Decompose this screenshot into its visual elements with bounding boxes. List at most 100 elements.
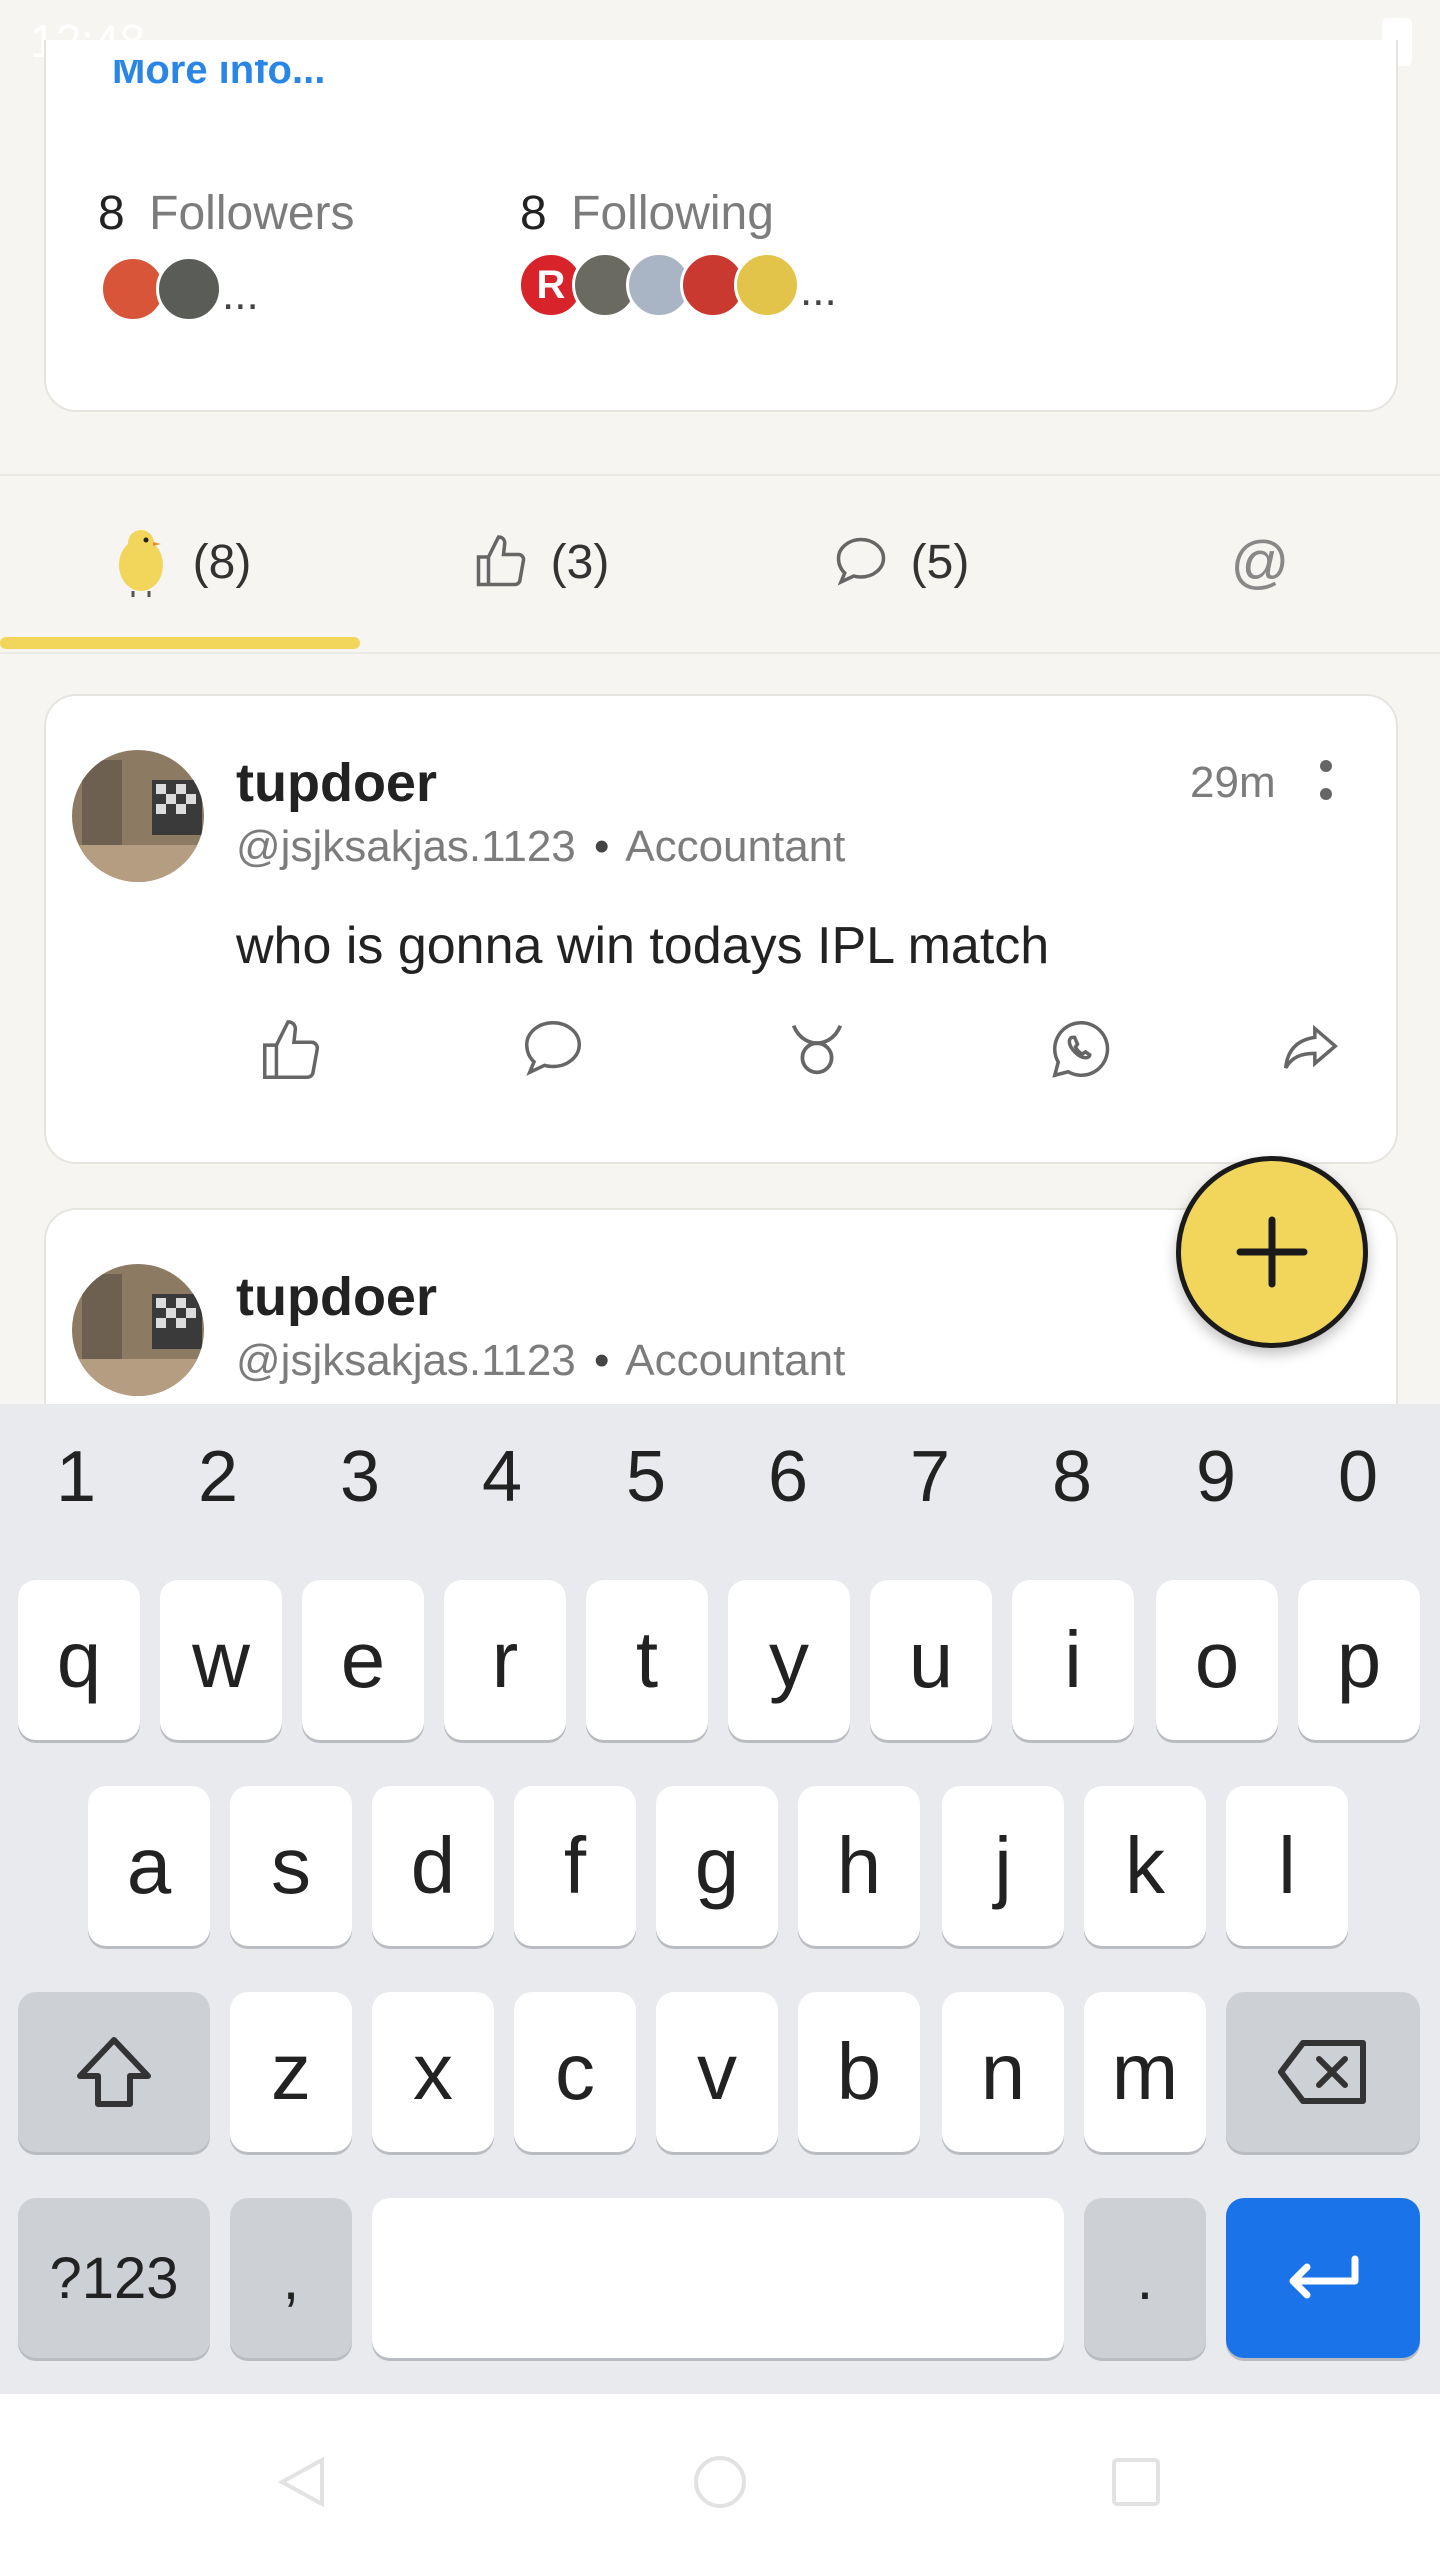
key-e[interactable]: e — [302, 1580, 424, 1740]
key-c[interactable]: c — [514, 1992, 636, 2152]
tab-mentions[interactable]: @ — [1080, 474, 1440, 650]
key-4[interactable]: 4 — [452, 1436, 552, 1518]
followers-count: 8 — [98, 187, 125, 240]
key-f[interactable]: f — [514, 1786, 636, 1946]
key-t[interactable]: t — [586, 1580, 708, 1740]
enter-arrow-icon — [1289, 2255, 1359, 2299]
space-key[interactable] — [372, 2198, 1064, 2358]
key-i[interactable]: i — [1012, 1580, 1134, 1740]
share-arrow-icon — [1283, 1024, 1338, 1069]
key-3[interactable]: 3 — [310, 1436, 410, 1518]
active-tab-indicator — [0, 637, 360, 649]
back-triangle-icon — [277, 2456, 324, 2508]
post-author-name[interactable]: tupdoer — [236, 752, 437, 814]
key-o[interactable]: o — [1156, 1580, 1278, 1740]
post-author-role: Accountant — [625, 1336, 846, 1385]
key-q[interactable]: q — [18, 1580, 140, 1740]
whatsapp-icon — [1052, 1020, 1110, 1078]
key-z[interactable]: z — [230, 1992, 352, 2152]
key-u[interactable]: u — [870, 1580, 992, 1740]
at-icon: @ — [1230, 529, 1290, 595]
more-info-link[interactable]: More info... — [112, 60, 325, 100]
key-8[interactable]: 8 — [1022, 1436, 1122, 1518]
key-d[interactable]: d — [372, 1786, 494, 1946]
repost-button[interactable] — [782, 1014, 852, 1084]
chick-icon — [118, 530, 163, 597]
key-g[interactable]: g — [656, 1786, 778, 1946]
like-button[interactable] — [256, 1016, 326, 1086]
follower-avatar — [156, 256, 222, 322]
key-9[interactable]: 9 — [1166, 1436, 1266, 1518]
post-author-handle: @jsjksakjas.1123 — [236, 1336, 576, 1385]
tab-comments[interactable]: (5) — [720, 474, 1080, 650]
share-button[interactable] — [1274, 1014, 1344, 1084]
key-m[interactable]: m — [1084, 1992, 1206, 2152]
followers-label: Followers — [149, 187, 355, 240]
symbols-key[interactable]: ?123 — [18, 2198, 210, 2358]
key-6[interactable]: 6 — [738, 1436, 838, 1518]
key-l[interactable]: l — [1226, 1786, 1348, 1946]
comment-button[interactable] — [518, 1014, 588, 1084]
key-1[interactable]: 1 — [26, 1436, 126, 1518]
recents-nav-button[interactable] — [1106, 2452, 1166, 2517]
whatsapp-share-button[interactable] — [1046, 1014, 1116, 1084]
key-y[interactable]: y — [728, 1580, 850, 1740]
tab-posts-count: (8) — [192, 535, 252, 589]
following-stat[interactable]: 8 Following — [520, 186, 774, 241]
post-author-meta: @jsjksakjas.1123 • Accountant — [236, 1336, 845, 1386]
backspace-icon — [1278, 2040, 1366, 2104]
recents-square-icon — [1112, 2458, 1160, 2506]
comma-key[interactable]: , — [230, 2198, 352, 2358]
enter-key[interactable] — [1226, 2198, 1420, 2358]
key-w[interactable]: w — [160, 1580, 282, 1740]
home-nav-button[interactable] — [690, 2452, 750, 2517]
following-more: ... — [800, 266, 837, 315]
followers-more: ... — [222, 270, 259, 319]
followers-stat[interactable]: 8 Followers — [98, 186, 355, 241]
key-x[interactable]: x — [372, 1992, 494, 2152]
post-author-role: Accountant — [625, 822, 846, 871]
plus-icon — [1236, 1216, 1308, 1288]
key-p[interactable]: p — [1298, 1580, 1420, 1740]
post-author-meta: @jsjksakjas.1123 • Accountant — [236, 822, 845, 872]
comment-icon — [524, 1020, 582, 1076]
key-v[interactable]: v — [656, 1992, 778, 2152]
home-circle-icon — [694, 2456, 746, 2508]
key-5[interactable]: 5 — [596, 1436, 696, 1518]
create-post-button[interactable] — [1176, 1156, 1368, 1348]
tab-posts[interactable]: (8) — [0, 474, 360, 650]
key-0[interactable]: 0 — [1308, 1436, 1408, 1518]
post-author-avatar[interactable] — [72, 1264, 204, 1396]
meta-separator: • — [594, 1336, 610, 1385]
thumbs-up-icon — [476, 535, 525, 587]
period-key[interactable]: . — [1084, 2198, 1206, 2358]
back-nav-button[interactable] — [272, 2452, 332, 2517]
meta-separator: • — [594, 822, 610, 871]
shift-arrow-icon — [77, 2037, 151, 2107]
tab-comments-count: (5) — [910, 535, 970, 589]
key-b[interactable]: b — [798, 1992, 920, 2152]
key-h[interactable]: h — [798, 1786, 920, 1946]
key-n[interactable]: n — [942, 1992, 1064, 2152]
key-2[interactable]: 2 — [168, 1436, 268, 1518]
key-7[interactable]: 7 — [880, 1436, 980, 1518]
more-options-icon[interactable] — [1316, 756, 1336, 816]
thumbs-up-icon — [263, 1020, 320, 1079]
post-author-avatar[interactable] — [72, 750, 204, 882]
post-text: who is gonna win todays IPL match — [236, 917, 1050, 975]
shift-key[interactable] — [18, 1992, 210, 2152]
following-count: 8 — [520, 187, 547, 240]
post-timestamp: 29m — [1190, 758, 1276, 807]
post-author-handle: @jsjksakjas.1123 — [236, 822, 576, 871]
tab-likes-count: (3) — [550, 535, 610, 589]
following-avatar — [734, 252, 800, 318]
post-author-name[interactable]: tupdoer — [236, 1266, 437, 1328]
tab-likes[interactable]: (3) — [360, 474, 720, 650]
backspace-key[interactable] — [1226, 1992, 1420, 2152]
key-a[interactable]: a — [88, 1786, 210, 1946]
key-k[interactable]: k — [1084, 1786, 1206, 1946]
comment-icon — [836, 537, 885, 586]
key-j[interactable]: j — [942, 1786, 1064, 1946]
key-s[interactable]: s — [230, 1786, 352, 1946]
key-r[interactable]: r — [444, 1580, 566, 1740]
